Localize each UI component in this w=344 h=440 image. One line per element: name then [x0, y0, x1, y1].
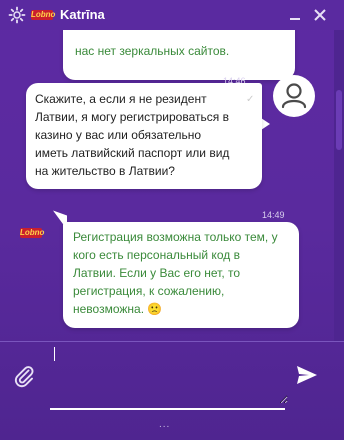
close-icon[interactable] [311, 6, 329, 24]
minus-icon[interactable] [286, 6, 304, 24]
send-icon[interactable] [296, 365, 318, 385]
message-line: Латвии, я могу регистрироваться в [35, 110, 229, 124]
paperclip-icon[interactable] [12, 364, 36, 388]
avatar [273, 75, 315, 117]
message-text: Скажите, а если я не резидент Латвии, я … [35, 90, 257, 180]
message-line: регистрация, к сожалению, [73, 284, 225, 298]
chat-header: Lobno Katrīna [0, 0, 344, 30]
message-time: 14:49 [262, 210, 285, 220]
chat-widget: Lobno Katrīna нас нет зеркальных сайтов.… [0, 0, 344, 440]
agent-message-bubble: Регистрация возможна только тем, у кого … [63, 222, 299, 328]
text-caret [54, 347, 55, 361]
message-line: казино у вас или обязательно [35, 128, 202, 142]
message-line: иметь латвийский паспорт или вид [35, 146, 230, 160]
input-underline [50, 408, 285, 410]
agent-name: Katrīna [60, 7, 105, 22]
resize-handle[interactable]: ... [159, 420, 170, 430]
agent-message-bubble: нас нет зеркальных сайтов. [63, 30, 295, 80]
scrollbar-thumb[interactable] [336, 90, 342, 150]
user-icon [281, 83, 307, 109]
gear-icon[interactable] [8, 6, 26, 24]
message-line: кого есть персональный код в [73, 248, 240, 262]
check-icon: ✓ [246, 94, 255, 105]
message-list[interactable]: нас нет зеркальных сайтов. 14:46 Скажите… [0, 30, 334, 342]
message-text: нас нет зеркальных сайтов. [75, 44, 230, 58]
message-input[interactable] [48, 344, 288, 404]
agent-avatar-logo: Lobno [20, 228, 45, 238]
message-line: Латвии. Если у Вас его нет, то [73, 266, 241, 280]
message-line: Скажите, а если я не резидент [35, 92, 207, 106]
message-text: Регистрация возможна только тем, у кого … [73, 228, 295, 318]
user-message-bubble: Скажите, а если я не резидент Латвии, я … [26, 83, 262, 189]
message-line: на жительство в Латвии? [35, 164, 175, 178]
message-line: Регистрация возможна только тем, у [73, 230, 278, 244]
composer-divider [0, 341, 344, 342]
message-line: невозможна. 🙁 [73, 302, 163, 316]
brand-logo: Lobno [31, 10, 56, 20]
scrollbar[interactable] [334, 30, 344, 342]
